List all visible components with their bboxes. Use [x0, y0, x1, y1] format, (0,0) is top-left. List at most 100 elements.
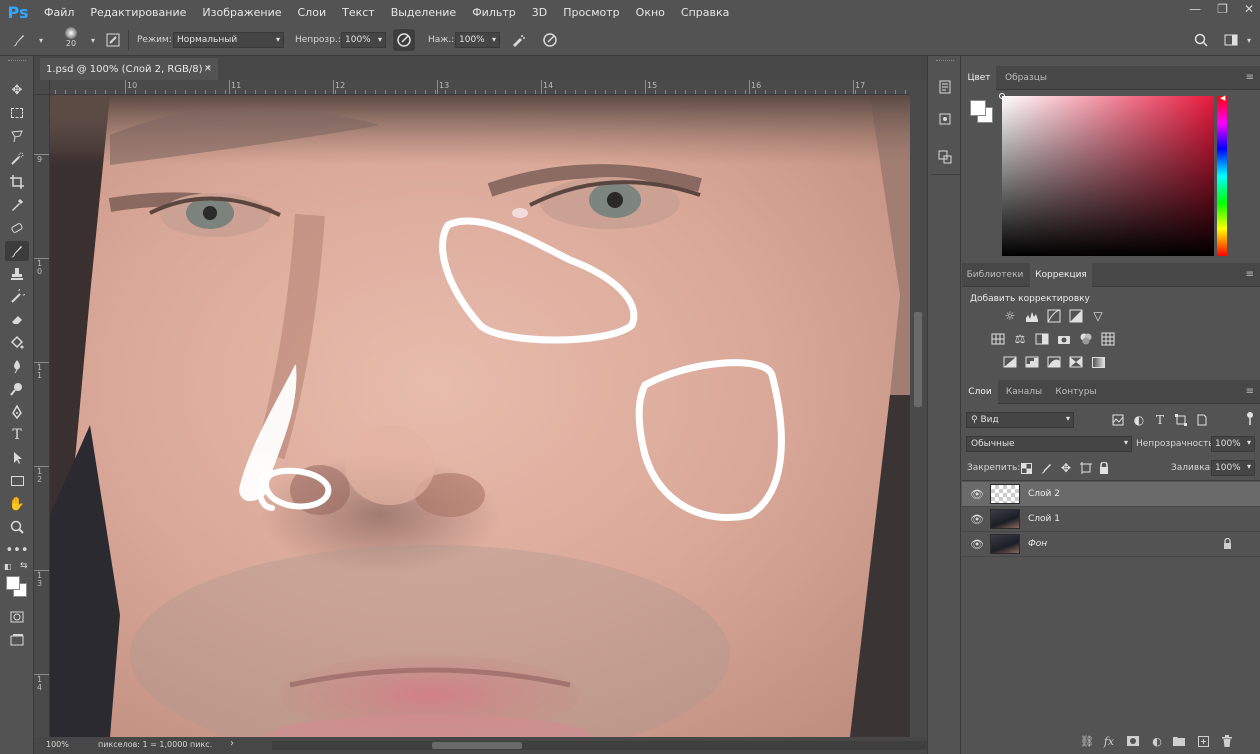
brush-size-picker[interactable]: 20 — [60, 26, 82, 48]
paint-bucket-tool-icon[interactable] — [5, 333, 29, 353]
horizontal-scroll-thumb[interactable] — [432, 742, 522, 749]
zoom-tool-icon[interactable] — [5, 517, 29, 537]
type-tool-icon[interactable]: T — [5, 425, 29, 445]
clone-stamp-tool-icon[interactable] — [5, 264, 29, 284]
menu-item[interactable]: Изображение — [194, 6, 289, 19]
levels-icon[interactable] — [1024, 308, 1040, 324]
exposure-icon[interactable] — [1068, 308, 1084, 324]
paths-panel-icon[interactable] — [934, 108, 956, 130]
invert-icon[interactable] — [1002, 354, 1018, 370]
vertical-scroll-thumb[interactable] — [914, 312, 922, 407]
color-field[interactable] — [999, 93, 1214, 256]
transform-panel-icon[interactable] — [934, 146, 956, 168]
foreground-color-swatch[interactable] — [6, 576, 20, 590]
layer-row[interactable]: 👁 Слой 1 — [962, 507, 1260, 532]
lock-all-icon[interactable] — [1096, 460, 1112, 476]
filter-toggle[interactable] — [1246, 412, 1254, 426]
lock-position-icon[interactable]: ✥ — [1058, 460, 1074, 476]
curves-icon[interactable] — [1046, 308, 1062, 324]
brush-panel-toggle-icon[interactable] — [102, 29, 124, 51]
visibility-eye-icon[interactable]: 👁 — [970, 513, 984, 526]
airbrush-icon[interactable] — [507, 29, 529, 51]
tab-layers[interactable]: Слои — [962, 380, 998, 404]
channel-mixer-icon[interactable] — [1078, 331, 1094, 347]
gradient-map-icon[interactable] — [1090, 354, 1106, 370]
filter-smart-object-icon[interactable] — [1194, 412, 1210, 428]
layer-style-fx-icon[interactable]: fx — [1100, 732, 1118, 750]
menu-item[interactable]: Фильтр — [464, 6, 524, 19]
pressure-opacity-icon[interactable] — [393, 29, 415, 51]
fill-field[interactable]: 100% ▾ — [1211, 460, 1255, 476]
horizontal-scrollbar[interactable] — [272, 741, 927, 750]
vertical-scrollbar[interactable] — [910, 80, 927, 737]
visibility-eye-icon[interactable]: 👁 — [970, 538, 984, 551]
posterize-icon[interactable] — [1024, 354, 1040, 370]
black-white-icon[interactable] — [1034, 331, 1050, 347]
blur-tool-icon[interactable] — [5, 356, 29, 376]
lock-transparent-pixels-icon[interactable] — [1018, 460, 1034, 476]
tab-adjustments[interactable]: Коррекция — [1030, 263, 1092, 287]
menu-item[interactable]: Просмотр — [555, 6, 627, 19]
delete-layer-icon[interactable] — [1218, 732, 1236, 750]
path-selection-tool-icon[interactable] — [5, 448, 29, 468]
properties-panel-icon[interactable] — [934, 76, 956, 98]
tab-libraries[interactable]: Библиотеки — [962, 263, 1028, 287]
healing-brush-tool-icon[interactable] — [5, 218, 29, 238]
panel-menu-icon[interactable]: ≡ — [1246, 269, 1254, 280]
add-mask-icon[interactable] — [1124, 732, 1142, 750]
menu-item[interactable]: Файл — [36, 6, 82, 19]
menu-item[interactable]: Слои — [290, 6, 335, 19]
tab-channels[interactable]: Каналы — [1000, 380, 1048, 404]
blend-mode-select[interactable]: Обычные ▾ — [966, 436, 1132, 452]
quick-selection-tool-icon[interactable] — [5, 149, 29, 169]
filter-pixel-icon[interactable] — [1110, 412, 1126, 428]
tab-color[interactable]: Цвет — [962, 66, 996, 90]
link-layers-icon[interactable]: ⛓ — [1078, 732, 1096, 750]
color-lookup-icon[interactable] — [1100, 331, 1116, 347]
restore-button[interactable]: ❐ — [1217, 2, 1228, 16]
menu-item[interactable]: 3D — [524, 6, 555, 19]
menu-item[interactable]: Окно — [628, 6, 673, 19]
brightness-contrast-icon[interactable]: ☼ — [1002, 308, 1018, 324]
panel-menu-icon[interactable]: ≡ — [1246, 72, 1254, 83]
crop-tool-icon[interactable] — [5, 172, 29, 192]
move-tool-icon[interactable]: ✥ — [5, 80, 29, 100]
new-adjustment-layer-icon[interactable]: ◐ — [1148, 732, 1166, 750]
search-icon[interactable] — [1190, 29, 1212, 51]
opacity-field[interactable]: 100% ▾ — [341, 32, 386, 48]
chevron-down-icon[interactable]: ▾ — [82, 29, 104, 51]
more-tools-icon[interactable]: ••• — [5, 540, 29, 560]
visibility-eye-icon[interactable]: 👁 — [970, 488, 984, 501]
selective-color-icon[interactable] — [1068, 354, 1084, 370]
brush-tool-icon[interactable] — [5, 241, 29, 261]
swap-colors-icon[interactable]: ⇆ — [20, 561, 28, 571]
history-brush-tool-icon[interactable] — [5, 287, 29, 307]
layer-row[interactable]: 👁 Фон — [962, 532, 1260, 557]
color-balance-icon[interactable]: ⚖ — [1012, 331, 1028, 347]
lock-artboard-icon[interactable] — [1078, 460, 1094, 476]
pen-tool-icon[interactable] — [5, 402, 29, 422]
filter-adjustment-icon[interactable]: ◐ — [1131, 412, 1147, 428]
lasso-tool-icon[interactable] — [5, 126, 29, 146]
panel-menu-icon[interactable]: ≡ — [1246, 386, 1254, 397]
vibrance-icon[interactable]: ▽ — [1090, 308, 1106, 324]
tab-paths[interactable]: Контуры — [1050, 380, 1102, 404]
document-tab[interactable]: 1.psd @ 100% (Слой 2, RGB/8) * × — [40, 58, 218, 80]
new-group-icon[interactable] — [1170, 732, 1188, 750]
document-canvas[interactable] — [50, 95, 910, 737]
layer-row[interactable]: 👁 Слой 2 — [962, 482, 1260, 507]
quick-mask-icon[interactable] — [5, 607, 29, 627]
minimize-button[interactable]: — — [1189, 2, 1201, 16]
photo-filter-icon[interactable] — [1056, 331, 1072, 347]
eyedropper-tool-icon[interactable] — [5, 195, 29, 215]
pressure-size-icon[interactable] — [539, 29, 561, 51]
filter-type-icon[interactable]: T — [1152, 412, 1168, 428]
hand-tool-icon[interactable]: ✋ — [5, 494, 29, 514]
new-layer-icon[interactable] — [1194, 732, 1212, 750]
zoom-level[interactable]: 100% — [46, 740, 69, 749]
hue-slider[interactable] — [1217, 96, 1227, 256]
pressure-field[interactable]: 100% ▾ — [455, 32, 500, 48]
close-document-icon[interactable]: × — [204, 63, 212, 74]
color-picker-cursor[interactable] — [999, 93, 1005, 99]
menu-item[interactable]: Справка — [673, 6, 737, 19]
